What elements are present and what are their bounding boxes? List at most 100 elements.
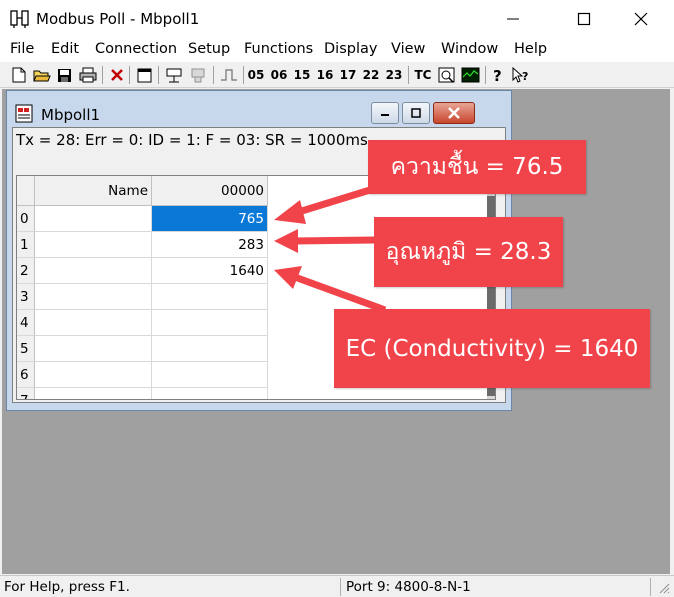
menu-edit[interactable]: Edit — [51, 41, 79, 57]
chart-monitor-icon — [461, 67, 479, 83]
maximize-icon — [577, 12, 591, 26]
svg-text:?: ? — [493, 67, 502, 83]
new-file-icon — [12, 67, 26, 83]
title-bar: Modbus Poll - Mbpoll1 — [0, 0, 674, 38]
connect-button[interactable] — [164, 65, 184, 85]
name-cell[interactable] — [35, 258, 152, 284]
fc-17-button[interactable]: 17 — [339, 65, 357, 85]
delete-x-icon — [111, 69, 123, 81]
row-header[interactable]: 7 — [17, 388, 35, 399]
menu-window[interactable]: Window — [441, 41, 498, 57]
fc-05-button[interactable]: 05 — [247, 65, 265, 85]
value-cell[interactable]: 283 — [152, 232, 268, 258]
question-mark-icon: ? — [493, 67, 502, 83]
close-icon — [634, 12, 648, 26]
fc-23-button[interactable]: 23 — [385, 65, 403, 85]
svg-text:?: ? — [522, 70, 528, 83]
value-cell[interactable] — [152, 388, 268, 399]
fc-06-button[interactable]: 06 — [270, 65, 288, 85]
disconnect-icon — [191, 68, 205, 83]
name-cell[interactable] — [35, 336, 152, 362]
row-header[interactable]: 6 — [17, 362, 35, 388]
value-cell[interactable]: 1640 — [152, 258, 268, 284]
menu-bar: File Edit Connection Setup Functions Dis… — [0, 38, 674, 62]
grid-corner — [17, 176, 35, 206]
toolbar-separator — [485, 66, 486, 84]
traffic-icon — [438, 67, 454, 83]
value-cell[interactable]: 765 — [152, 206, 268, 232]
tc-button[interactable]: TC — [413, 65, 433, 85]
maximize-button[interactable] — [561, 0, 607, 38]
context-help-icon: ? — [512, 67, 528, 83]
chart-button[interactable] — [459, 65, 481, 85]
child-close-button[interactable] — [433, 102, 475, 124]
menu-help[interactable]: Help — [514, 41, 547, 57]
callout-humidity: ความชื้น = 76.5 — [368, 140, 586, 194]
single-poll-button[interactable] — [219, 65, 239, 85]
row-header[interactable]: 1 — [17, 232, 35, 258]
value-cell[interactable] — [152, 310, 268, 336]
menu-view[interactable]: View — [391, 41, 425, 57]
window-button[interactable] — [135, 65, 153, 85]
open-folder-icon — [33, 70, 51, 81]
restore-icon — [411, 108, 421, 118]
close-icon — [448, 107, 460, 119]
callout-temperature: อุณหภูมิ = 28.3 — [374, 217, 563, 287]
menu-display[interactable]: Display — [324, 41, 377, 57]
minimize-icon — [507, 18, 519, 20]
row-header[interactable]: 4 — [17, 310, 35, 336]
comm-traffic-button[interactable] — [436, 65, 456, 85]
toolbar-separator — [213, 66, 214, 84]
menu-connection[interactable]: Connection — [95, 41, 177, 57]
minimize-icon — [381, 114, 389, 116]
size-grip-icon[interactable] — [658, 582, 670, 594]
help-button[interactable]: ? — [489, 65, 507, 85]
name-cell[interactable] — [35, 388, 152, 399]
value-cell[interactable] — [152, 362, 268, 388]
child-minimize-button[interactable] — [371, 102, 399, 124]
name-cell[interactable] — [35, 310, 152, 336]
pulse-icon — [221, 69, 237, 81]
row-header[interactable]: 3 — [17, 284, 35, 310]
toolbar-separator — [102, 66, 103, 84]
row-header[interactable]: 0 — [17, 206, 35, 232]
print-button[interactable] — [78, 65, 98, 85]
row-header[interactable]: 2 — [17, 258, 35, 284]
menu-functions[interactable]: Functions — [244, 41, 313, 57]
save-button[interactable] — [55, 65, 73, 85]
menu-setup[interactable]: Setup — [188, 41, 230, 57]
name-cell[interactable] — [35, 362, 152, 388]
name-cell[interactable] — [35, 284, 152, 310]
value-cell[interactable] — [152, 336, 268, 362]
row-header[interactable]: 5 — [17, 336, 35, 362]
name-cell[interactable] — [35, 232, 152, 258]
child-window-title: Mbpoll1 — [41, 106, 101, 124]
context-help-button[interactable]: ? — [511, 65, 531, 85]
value-cell[interactable] — [152, 284, 268, 310]
toolbar-separator — [408, 66, 409, 84]
disconnect-button[interactable] — [188, 65, 208, 85]
menu-file[interactable]: File — [10, 41, 34, 57]
window-title: Modbus Poll - Mbpoll1 — [36, 10, 200, 28]
fc-16-button[interactable]: 16 — [316, 65, 334, 85]
column-header-name[interactable]: Name — [35, 176, 152, 206]
toolbar-separator — [158, 66, 159, 84]
toolbar: 05 06 15 16 17 22 23 TC ? ? — [0, 62, 674, 88]
name-cell[interactable] — [35, 206, 152, 232]
toolbar-separator — [129, 66, 130, 84]
window-icon — [137, 68, 151, 82]
new-button[interactable] — [10, 65, 28, 85]
document-icon — [15, 104, 33, 123]
open-button[interactable] — [32, 65, 52, 85]
modbus-app-icon — [10, 10, 29, 28]
fc-15-button[interactable]: 15 — [293, 65, 311, 85]
minimize-button[interactable] — [490, 0, 536, 38]
delete-button[interactable] — [108, 65, 126, 85]
close-button[interactable] — [618, 0, 664, 38]
status-bar: For Help, press F1. Port 9: 4800-8-N-1 — [0, 575, 674, 597]
fc-22-button[interactable]: 22 — [362, 65, 380, 85]
poll-status-line: Tx = 28: Err = 0: ID = 1: F = 03: SR = 1… — [16, 131, 368, 149]
column-header-address[interactable]: 00000 — [152, 176, 268, 206]
status-divider — [340, 578, 341, 596]
child-maximize-button[interactable] — [402, 102, 430, 124]
